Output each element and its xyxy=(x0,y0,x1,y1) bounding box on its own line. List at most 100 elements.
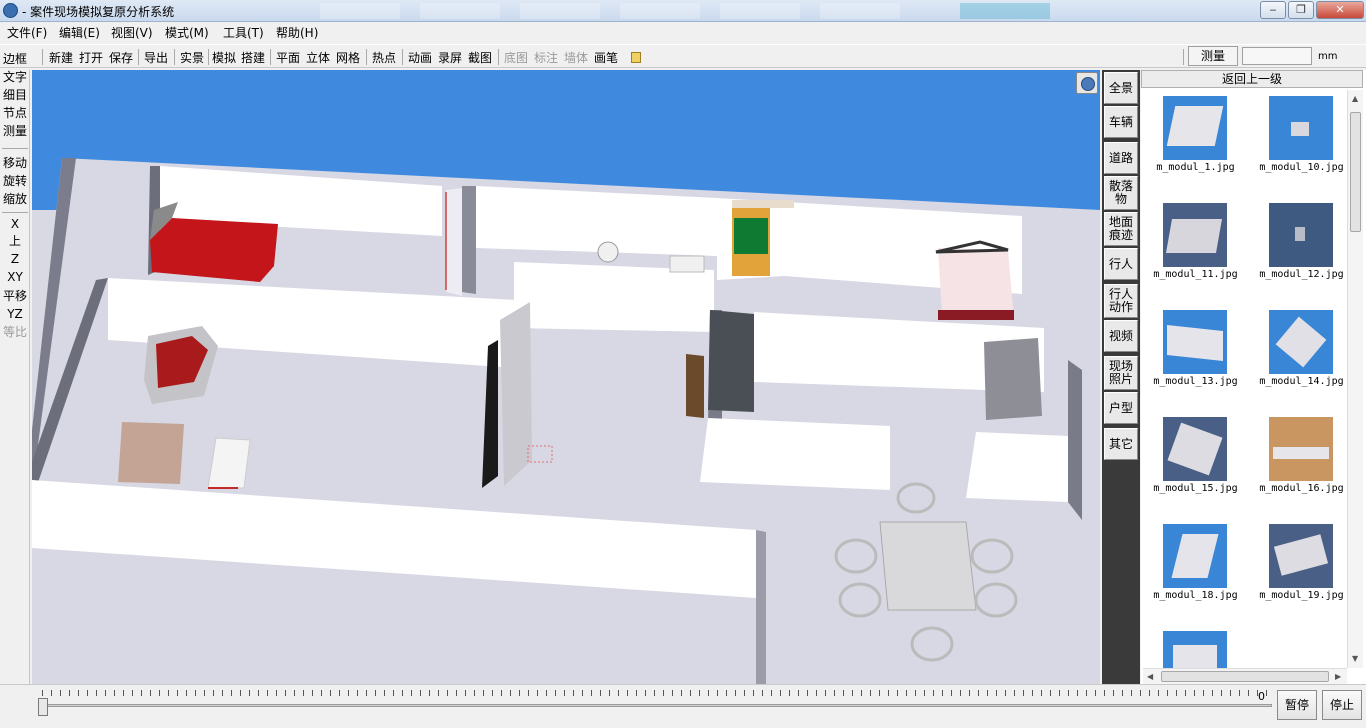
measure-value-field[interactable] xyxy=(1242,47,1312,65)
stop-button[interactable]: 停止 xyxy=(1322,690,1362,720)
toolbar-wall-button[interactable]: 墙体 xyxy=(564,49,588,66)
toolbar-brush-button[interactable]: 画笔 xyxy=(594,49,618,66)
model-preview-image xyxy=(1269,524,1333,588)
tab-video[interactable]: 视频 xyxy=(1104,320,1138,352)
tool-axis-up[interactable]: 上 xyxy=(0,234,30,248)
small-bed xyxy=(734,218,768,254)
scrollbar-thumb[interactable] xyxy=(1350,112,1361,232)
model-thumbnail[interactable]: m_modul_10.jpg xyxy=(1249,90,1347,192)
scene-viewport[interactable] xyxy=(32,70,1100,684)
toolbar-record-button[interactable]: 录屏 xyxy=(438,49,462,66)
tab-ground-marks[interactable]: 地面痕迹 xyxy=(1104,212,1138,246)
timeline-slider-thumb[interactable] xyxy=(38,698,48,716)
tab-other[interactable]: 其它 xyxy=(1104,428,1138,460)
tab-road[interactable]: 道路 xyxy=(1104,142,1138,174)
library-vertical-scrollbar[interactable]: ▲ ▼ xyxy=(1347,90,1363,668)
tool-uniform-scale[interactable]: 等比 xyxy=(0,325,30,339)
measure-button[interactable]: 测量 xyxy=(1188,46,1238,66)
toolbar-simulate-button[interactable]: 模拟 xyxy=(212,49,236,66)
tab-pedestrian[interactable]: 行人 xyxy=(1104,248,1138,280)
tool-node[interactable]: 节点 xyxy=(0,106,30,120)
toolbar-separator xyxy=(174,49,175,65)
taskbar-ghost xyxy=(720,3,800,19)
tab-floorplan[interactable]: 户型 xyxy=(1104,392,1138,424)
minimize-icon[interactable]: ‒ xyxy=(1260,1,1286,19)
model-preview-image xyxy=(1269,417,1333,481)
close-icon[interactable]: ✕ xyxy=(1316,1,1364,19)
model-thumbnail[interactable]: m_modul_14.jpg xyxy=(1249,304,1347,406)
library-horizontal-scrollbar[interactable]: ◀ ▶ xyxy=(1143,668,1347,684)
tool-detail[interactable]: 细目 xyxy=(0,88,30,102)
tool-axis-xy[interactable]: XY xyxy=(0,270,30,284)
scrollbar-thumb[interactable] xyxy=(1161,671,1329,682)
timeline-track[interactable] xyxy=(42,704,1272,707)
scroll-up-icon[interactable]: ▲ xyxy=(1352,94,1358,103)
toolbar-open-button[interactable]: 打开 xyxy=(79,49,103,66)
tool-border[interactable]: 边框 xyxy=(0,52,30,66)
toolbar-realscene-button[interactable]: 实景 xyxy=(180,49,204,66)
toolbar-new-button[interactable]: 新建 xyxy=(49,49,73,66)
measure-unit: mm xyxy=(1318,51,1338,62)
model-thumbnail[interactable]: m_modul_15.jpg xyxy=(1143,411,1243,513)
model-caption: m_modul_18.jpg xyxy=(1153,590,1238,601)
tab-debris[interactable]: 散落物 xyxy=(1104,176,1138,210)
bed-double xyxy=(938,248,1014,320)
menu-help[interactable]: 帮助(H) xyxy=(273,24,321,41)
toolbar-screenshot-button[interactable]: 截图 xyxy=(468,49,492,66)
model-thumbnail[interactable]: m_modul_13.jpg xyxy=(1143,304,1243,406)
scene-render[interactable] xyxy=(32,70,1100,684)
scroll-left-icon[interactable]: ◀ xyxy=(1147,672,1153,681)
tool-text[interactable]: 文字 xyxy=(0,70,30,84)
tool-axis-x[interactable]: X xyxy=(0,217,30,231)
model-thumbnail[interactable]: m_modul_16.jpg xyxy=(1249,411,1347,513)
toolbar-export-button[interactable]: 导出 xyxy=(144,49,168,66)
toolbar-hotspot-button[interactable]: 热点 xyxy=(372,49,396,66)
tool-pan[interactable]: 平移 xyxy=(0,289,30,303)
model-thumbnail[interactable]: m_modul_12.jpg xyxy=(1249,197,1347,299)
toolbar-save-button[interactable]: 保存 xyxy=(109,49,133,66)
model-preview-image xyxy=(1163,417,1227,481)
category-tabs: 全景 车辆 道路 散落物 地面痕迹 行人 行人动作 视频 现场照片 户型 其它 xyxy=(1102,70,1140,684)
toolbar-animation-button[interactable]: 动画 xyxy=(408,49,432,66)
tab-scene-photo[interactable]: 现场照片 xyxy=(1104,356,1138,390)
model-thumbnail[interactable]: m_modul_1.jpg xyxy=(1143,90,1243,192)
tool-rotate[interactable]: 旋转 xyxy=(0,174,30,188)
scroll-down-icon[interactable]: ▼ xyxy=(1352,654,1358,663)
pause-button[interactable]: 暂停 xyxy=(1277,690,1317,720)
menu-view[interactable]: 视图(V) xyxy=(108,24,156,41)
tool-axis-z[interactable]: Z xyxy=(0,252,30,266)
wall xyxy=(700,418,890,490)
model-thumbnail[interactable]: m_modul_18.jpg xyxy=(1143,518,1243,620)
toolbar-separator xyxy=(138,49,139,65)
toolbar-build-button[interactable]: 搭建 xyxy=(241,49,265,66)
model-thumbnail-grid: m_modul_1.jpg m_modul_10.jpg m_modul_11.… xyxy=(1143,90,1347,668)
model-caption: m_modul_12.jpg xyxy=(1259,269,1344,280)
menu-edit[interactable]: 编辑(E) xyxy=(56,24,103,41)
menu-file[interactable]: 文件(F) xyxy=(4,24,50,41)
tool-axis-yz[interactable]: YZ xyxy=(0,307,30,321)
tab-vehicle[interactable]: 车辆 xyxy=(1104,106,1138,138)
tab-panorama[interactable]: 全景 xyxy=(1104,72,1138,104)
model-caption: m_modul_13.jpg xyxy=(1153,376,1238,387)
model-thumbnail[interactable]: m_modul_19.jpg xyxy=(1249,518,1347,620)
cabinet xyxy=(686,354,704,418)
model-caption: m_modul_14.jpg xyxy=(1259,376,1344,387)
toolbar-basemap-button[interactable]: 底图 xyxy=(504,49,528,66)
tool-measure[interactable]: 测量 xyxy=(0,124,30,138)
tab-pedestrian-action[interactable]: 行人动作 xyxy=(1104,284,1138,318)
menu-mode[interactable]: 模式(M) xyxy=(162,24,212,41)
globe-icon[interactable] xyxy=(1076,72,1098,94)
toolbar-annotate-button[interactable]: 标注 xyxy=(534,49,558,66)
note-icon[interactable] xyxy=(631,52,641,63)
back-up-button[interactable]: 返回上一级 xyxy=(1141,70,1363,88)
model-thumbnail[interactable]: m_modul_11.jpg xyxy=(1143,197,1243,299)
toolbar-3d-button[interactable]: 立体 xyxy=(306,49,330,66)
toolbar-grid-button[interactable]: 网格 xyxy=(336,49,360,66)
model-thumbnail[interactable] xyxy=(1143,625,1243,668)
tool-move[interactable]: 移动 xyxy=(0,156,30,170)
toolbar-plane-button[interactable]: 平面 xyxy=(276,49,300,66)
menu-tools[interactable]: 工具(T) xyxy=(220,24,267,41)
maximize-icon[interactable]: ❐ xyxy=(1288,1,1314,19)
scroll-right-icon[interactable]: ▶ xyxy=(1335,672,1341,681)
tool-scale[interactable]: 缩放 xyxy=(0,192,30,206)
